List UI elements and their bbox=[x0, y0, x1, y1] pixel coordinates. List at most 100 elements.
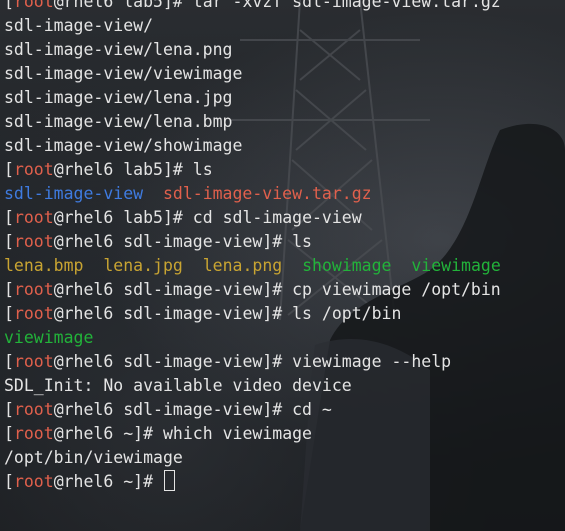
prompt-host: rhel6 bbox=[63, 472, 114, 491]
prompt-open-bracket: [ bbox=[4, 208, 14, 227]
prompt-suffix: ]# bbox=[262, 400, 293, 419]
output-line: sdl-image-view sdl-image-view.tar.gz bbox=[4, 182, 565, 206]
output-token bbox=[183, 256, 203, 275]
prompt-line: [root@rhel6 ~]# bbox=[4, 470, 565, 494]
prompt-host: rhel6 bbox=[63, 208, 114, 227]
output-line: sdl-image-view/lena.png bbox=[4, 38, 565, 62]
prompt-dir: sdl-image-view bbox=[123, 304, 263, 323]
output-line: sdl-image-view/showimage bbox=[4, 134, 565, 158]
output-line: lena.bmp lena.jpg lena.png showimage vie… bbox=[4, 254, 565, 278]
prompt-at: @ bbox=[53, 400, 64, 419]
output-line: sdl-image-view/viewimage bbox=[4, 62, 565, 86]
prompt-command: cp viewimage /opt/bin bbox=[292, 280, 501, 299]
prompt-line: [root@rhel6 lab5]# tar -xvzf sdl-image-v… bbox=[4, 0, 565, 14]
prompt-user: root bbox=[13, 352, 54, 371]
prompt-user: root bbox=[13, 160, 54, 179]
output-line: viewimage bbox=[4, 326, 565, 350]
prompt-user: root bbox=[13, 400, 54, 419]
prompt-user: root bbox=[13, 424, 54, 443]
output-token: SDL_Init: No available video device bbox=[4, 376, 352, 395]
prompt-line: [root@rhel6 ~]# which viewimage bbox=[4, 422, 565, 446]
prompt-open-bracket: [ bbox=[4, 352, 14, 371]
prompt-host: rhel6 bbox=[63, 280, 114, 299]
prompt-suffix: ]# bbox=[262, 352, 293, 371]
terminal-window[interactable]: [root@rhel6 lab5]# tar -xvzf sdl-image-v… bbox=[0, 0, 565, 531]
prompt-dir: lab5 bbox=[123, 160, 163, 179]
output-token bbox=[143, 184, 163, 203]
prompt-command: ls bbox=[192, 160, 213, 179]
prompt-dir: lab5 bbox=[123, 208, 163, 227]
prompt-suffix: ]# bbox=[162, 208, 193, 227]
prompt-open-bracket: [ bbox=[4, 424, 14, 443]
prompt-at: @ bbox=[53, 208, 64, 227]
prompt-suffix: ]# bbox=[162, 160, 193, 179]
output-token: lena.png bbox=[202, 256, 283, 275]
prompt-host: rhel6 bbox=[63, 160, 114, 179]
output-token: viewimage bbox=[4, 328, 94, 347]
output-token bbox=[282, 256, 302, 275]
prompt-user: root bbox=[13, 280, 54, 299]
prompt-open-bracket: [ bbox=[4, 472, 14, 491]
prompt-at: @ bbox=[53, 0, 64, 11]
prompt-line: [root@rhel6 lab5]# ls bbox=[4, 158, 565, 182]
prompt-host: rhel6 bbox=[63, 0, 114, 11]
prompt-dir: ~ bbox=[123, 424, 134, 443]
prompt-open-bracket: [ bbox=[4, 304, 14, 323]
output-line: SDL_Init: No available video device bbox=[4, 374, 565, 398]
prompt-open-bracket: [ bbox=[4, 232, 14, 251]
prompt-suffix: ]# bbox=[133, 424, 163, 443]
prompt-line: [root@rhel6 sdl-image-view]# viewimage -… bbox=[4, 350, 565, 374]
prompt-at: @ bbox=[53, 424, 64, 443]
prompt-at: @ bbox=[53, 232, 64, 251]
prompt-dir: lab5 bbox=[123, 0, 163, 11]
prompt-host: rhel6 bbox=[63, 400, 114, 419]
prompt-user: root bbox=[13, 232, 54, 251]
output-line: sdl-image-view/lena.bmp bbox=[4, 110, 565, 134]
prompt-at: @ bbox=[53, 352, 64, 371]
prompt-user: root bbox=[13, 304, 54, 323]
prompt-at: @ bbox=[53, 160, 64, 179]
prompt-line: [root@rhel6 sdl-image-view]# cp viewimag… bbox=[4, 278, 565, 302]
text-cursor[interactable] bbox=[163, 470, 175, 491]
prompt-line: [root@rhel6 lab5]# cd sdl-image-view bbox=[4, 206, 565, 230]
prompt-host: rhel6 bbox=[63, 424, 114, 443]
output-token: sdl-image-view bbox=[4, 184, 144, 203]
prompt-at: @ bbox=[53, 304, 64, 323]
output-token: sdl-image-view/ bbox=[4, 16, 154, 35]
output-token: /opt/bin/viewimage bbox=[4, 448, 183, 467]
prompt-suffix: ]# bbox=[133, 472, 163, 491]
prompt-open-bracket: [ bbox=[4, 160, 14, 179]
output-line: sdl-image-view/ bbox=[4, 14, 565, 38]
output-line: sdl-image-view/lena.jpg bbox=[4, 86, 565, 110]
prompt-suffix: ]# bbox=[262, 232, 293, 251]
prompt-dir: ~ bbox=[123, 472, 134, 491]
prompt-command: ls bbox=[292, 232, 312, 251]
prompt-dir: sdl-image-view bbox=[123, 400, 263, 419]
prompt-user: root bbox=[13, 472, 54, 491]
prompt-line: [root@rhel6 sdl-image-view]# ls /opt/bin bbox=[4, 302, 565, 326]
prompt-suffix: ]# bbox=[162, 0, 193, 11]
output-token: showimage bbox=[302, 256, 392, 275]
prompt-dir: sdl-image-view bbox=[123, 352, 263, 371]
prompt-host: rhel6 bbox=[63, 352, 114, 371]
output-token: sdl-image-view/lena.bmp bbox=[4, 112, 233, 131]
prompt-at: @ bbox=[53, 280, 64, 299]
prompt-command: tar -xvzf sdl-image-view.tar.gz bbox=[192, 0, 501, 11]
output-token: sdl-image-view/lena.png bbox=[4, 40, 233, 59]
output-token: sdl-image-view/lena.jpg bbox=[4, 88, 233, 107]
prompt-host: rhel6 bbox=[63, 232, 114, 251]
prompt-suffix: ]# bbox=[262, 280, 293, 299]
prompt-command: which viewimage bbox=[162, 424, 312, 443]
prompt-user: root bbox=[13, 208, 54, 227]
output-token: sdl-image-view.tar.gz bbox=[162, 184, 372, 203]
